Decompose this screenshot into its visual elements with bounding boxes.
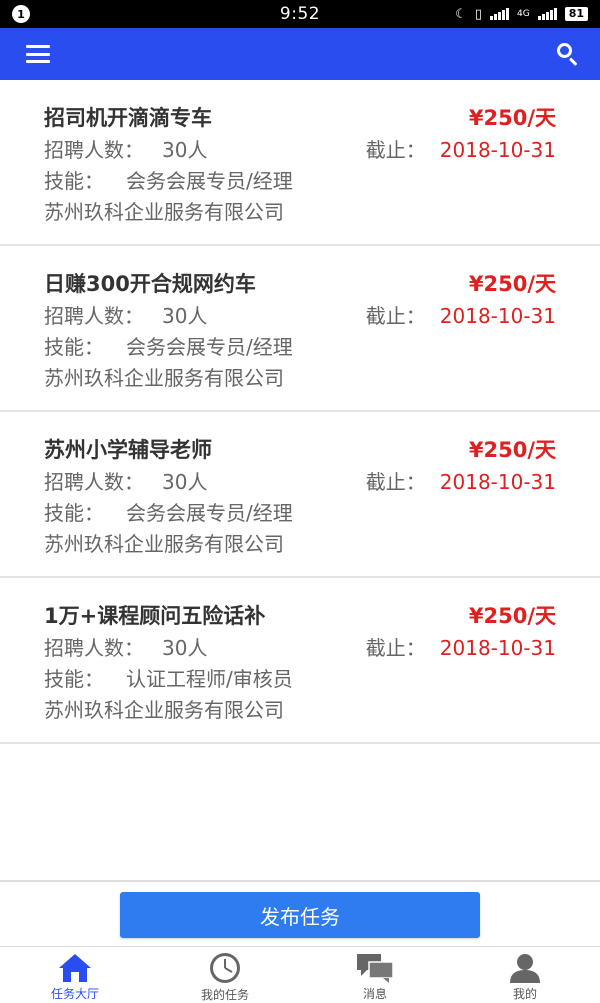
battery-level: 81 — [564, 7, 588, 21]
network-type: 4G — [516, 9, 530, 19]
skill-value: 会务会展专员/经理 — [126, 335, 293, 359]
tab-label: 我的任务 — [200, 988, 249, 1002]
moon-icon: ☾ — [455, 6, 467, 22]
skill-label: 技能： — [44, 169, 104, 193]
skill-value: 认证工程师/审核员 — [126, 667, 293, 691]
job-list: 招司机开滴滴专车 ¥250/天 招聘人数： 30人 截止： 2018-10-31 技… — [0, 80, 600, 744]
recruit-count-label: 招聘人数： — [44, 470, 144, 494]
skill-row: 技能： 会务会展专员/经理 — [44, 165, 293, 194]
company-name: 苏州玖科企业服务有限公司 — [44, 200, 284, 224]
recruit-count-row: 招聘人数： 30人 — [44, 134, 207, 163]
recruit-count-row: 招聘人数： 30人 — [44, 632, 207, 661]
skill-value: 会务会展专员/经理 — [126, 169, 293, 193]
job-salary: ¥250/天 — [468, 604, 556, 628]
tab-label: 任务大厅 — [50, 987, 99, 1001]
tab-label: 我的 — [512, 987, 537, 1001]
status-time: 9:52 — [279, 4, 321, 24]
deadline-label: 截止： — [365, 470, 426, 494]
recruit-count-row: 招聘人数： 30人 — [44, 300, 207, 329]
deadline-date: 2018-10-31 — [439, 636, 556, 660]
deadline-row: 截止： 2018-10-31 — [366, 466, 556, 495]
job-title: 苏州小学辅导老师 — [44, 438, 212, 462]
recruit-count-value: 30人 — [162, 138, 208, 162]
tab-label: 消息 — [362, 987, 387, 1001]
skill-label: 技能： — [44, 501, 104, 525]
skill-row: 技能： 会务会展专员/经理 — [44, 331, 293, 360]
notification-count-badge: 1 — [12, 5, 30, 23]
job-salary: ¥250/天 — [468, 106, 556, 130]
skill-row: 技能： 会务会展专员/经理 — [44, 497, 293, 526]
tab-task-hall[interactable]: 任务大厅 — [0, 947, 150, 1002]
skill-row: 技能： 认证工程师/审核员 — [44, 663, 293, 692]
home-icon — [55, 951, 95, 984]
status-bar: 1 9:52 ☾ ▯ 4G 81 — [0, 0, 600, 28]
recruit-count-row: 招聘人数： 30人 — [44, 466, 207, 495]
recruit-count-label: 招聘人数： — [44, 138, 144, 162]
job-card[interactable]: 苏州小学辅导老师 ¥250/天 招聘人数： 30人 截止： 2018-10-31 技… — [0, 412, 600, 578]
bottom-tab-bar: 任务大厅 我的任务 消息 我的 — [0, 946, 600, 1002]
clock-icon — [205, 951, 245, 985]
status-right: ☾ ▯ 4G 81 — [428, 7, 588, 22]
deadline-row: 截止： 2018-10-31 — [366, 632, 556, 661]
chat-bubbles-icon — [355, 951, 395, 984]
skill-label: 技能： — [44, 667, 104, 691]
tab-mine[interactable]: 我的 — [450, 947, 600, 1002]
signal-icon-2 — [537, 8, 557, 20]
company-name: 苏州玖科企业服务有限公司 — [44, 698, 284, 722]
person-icon — [505, 951, 545, 984]
status-left: 1 — [12, 5, 172, 23]
bottom-area: 发布任务 任务大厅 我的任务 消息 我的 — [0, 880, 600, 1002]
recruit-count-value: 30人 — [162, 304, 208, 328]
recruit-count-value: 30人 — [162, 470, 208, 494]
deadline-label: 截止： — [365, 138, 426, 162]
job-card[interactable]: 日赚300开合规网约车 ¥250/天 招聘人数： 30人 截止： 2018-10-3… — [0, 246, 600, 412]
app-bar — [0, 28, 600, 80]
job-title: 日赚300开合规网约车 — [44, 272, 256, 296]
company-name: 苏州玖科企业服务有限公司 — [44, 532, 284, 556]
recruit-count-label: 招聘人数： — [44, 304, 144, 328]
recruit-count-value: 30人 — [162, 636, 208, 660]
skill-value: 会务会展专员/经理 — [126, 501, 293, 525]
tab-my-tasks[interactable]: 我的任务 — [150, 947, 300, 1002]
deadline-row: 截止： 2018-10-31 — [366, 134, 556, 163]
hamburger-menu-icon[interactable] — [26, 45, 50, 63]
deadline-label: 截止： — [365, 304, 426, 328]
search-icon[interactable] — [556, 42, 580, 66]
job-salary: ¥250/天 — [468, 272, 556, 296]
job-title: 招司机开滴滴专车 — [44, 106, 212, 130]
deadline-label: 截止： — [365, 636, 426, 660]
deadline-date: 2018-10-31 — [439, 470, 556, 494]
job-title: 1万+课程顾问五险话补 — [44, 604, 266, 628]
publish-task-button[interactable]: 发布任务 — [120, 892, 480, 938]
deadline-row: 截止： 2018-10-31 — [366, 300, 556, 329]
recruit-count-label: 招聘人数： — [44, 636, 144, 660]
deadline-date: 2018-10-31 — [439, 138, 556, 162]
company-name: 苏州玖科企业服务有限公司 — [44, 366, 284, 390]
signal-icon — [489, 8, 509, 20]
deadline-date: 2018-10-31 — [439, 304, 556, 328]
tab-messages[interactable]: 消息 — [300, 947, 450, 1002]
skill-label: 技能： — [44, 335, 104, 359]
vibrate-icon: ▯ — [474, 6, 482, 22]
job-card[interactable]: 招司机开滴滴专车 ¥250/天 招聘人数： 30人 截止： 2018-10-31 技… — [0, 80, 600, 246]
job-card[interactable]: 1万+课程顾问五险话补 ¥250/天 招聘人数： 30人 截止： 2018-10-3… — [0, 578, 600, 744]
job-salary: ¥250/天 — [468, 438, 556, 462]
